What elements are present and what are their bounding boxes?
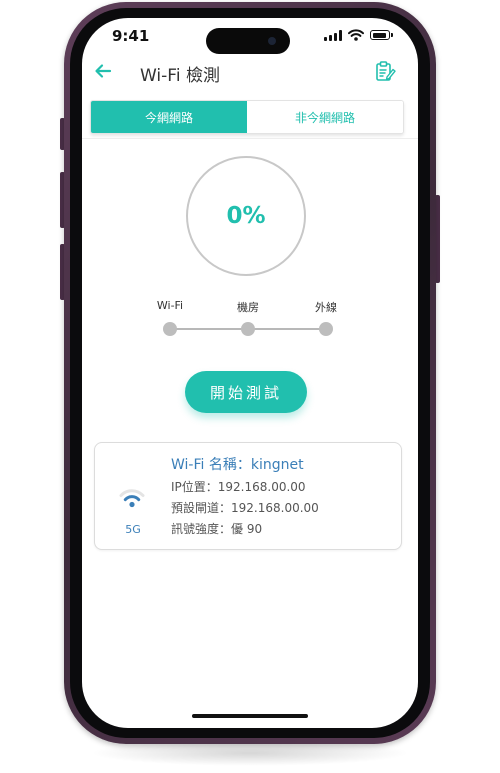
signal-strength: 訊號強度：優 90 bbox=[171, 522, 263, 536]
app-header: Wi-Fi 檢測 bbox=[82, 54, 418, 88]
step-label-server-room: 機房 bbox=[237, 301, 259, 314]
band-label: 5G bbox=[125, 523, 141, 536]
start-test-button[interactable]: 開始測試 bbox=[185, 371, 307, 413]
dynamic-island bbox=[206, 28, 290, 54]
tab-non-kingnet-network[interactable]: 非今網網路 bbox=[247, 101, 403, 133]
wifi-info-card: 5G Wi-Fi 名稱：kingnet IP位置：192.168.00.00 預… bbox=[94, 442, 402, 550]
report-button[interactable] bbox=[372, 58, 398, 84]
step-dot-server-room bbox=[241, 322, 255, 336]
step-labels: Wi-Fi 機房 外線 bbox=[82, 299, 418, 315]
default-gateway: 預設閘道：192.168.00.00 bbox=[171, 501, 319, 515]
arrow-left-icon bbox=[95, 64, 112, 78]
step-label-wifi: Wi-Fi bbox=[156, 299, 184, 312]
step-label-outer-line: 外線 bbox=[315, 301, 337, 314]
phone-frame: 9:41 Wi-Fi 檢測 今網網路 非今網網路 0% Wi-Fi 機房 外線 … bbox=[64, 2, 436, 744]
header-divider bbox=[82, 138, 418, 139]
back-button[interactable] bbox=[90, 58, 116, 84]
wifi-icon bbox=[119, 489, 145, 508]
page-title: Wi-Fi 檢測 bbox=[140, 66, 220, 86]
progress-value: 0% bbox=[226, 203, 266, 229]
wifi-status-icon bbox=[348, 29, 364, 41]
wifi-name: Wi-Fi 名稱：kingnet bbox=[171, 457, 304, 473]
step-dot-wifi bbox=[163, 322, 177, 336]
tab-kingnet-network[interactable]: 今網網路 bbox=[91, 101, 247, 133]
phone-screen: 9:41 Wi-Fi 檢測 今網網路 非今網網路 0% Wi-Fi 機房 外線 … bbox=[82, 18, 418, 728]
home-indicator[interactable] bbox=[192, 714, 308, 718]
network-type-tabs: 今網網路 非今網網路 bbox=[90, 100, 404, 134]
status-time: 9:41 bbox=[112, 27, 150, 45]
camera-icon bbox=[268, 37, 276, 45]
cellular-signal-icon bbox=[324, 29, 342, 41]
status-icons bbox=[324, 28, 393, 42]
mockup-stage: 9:41 Wi-Fi 檢測 今網網路 非今網網路 0% Wi-Fi 機房 外線 … bbox=[0, 0, 500, 773]
step-dot-outer-line bbox=[319, 322, 333, 336]
clipboard-edit-icon bbox=[376, 61, 396, 81]
ip-address: IP位置：192.168.00.00 bbox=[171, 480, 306, 494]
battery-icon bbox=[370, 30, 393, 40]
progress-circle: 0% bbox=[186, 156, 306, 276]
